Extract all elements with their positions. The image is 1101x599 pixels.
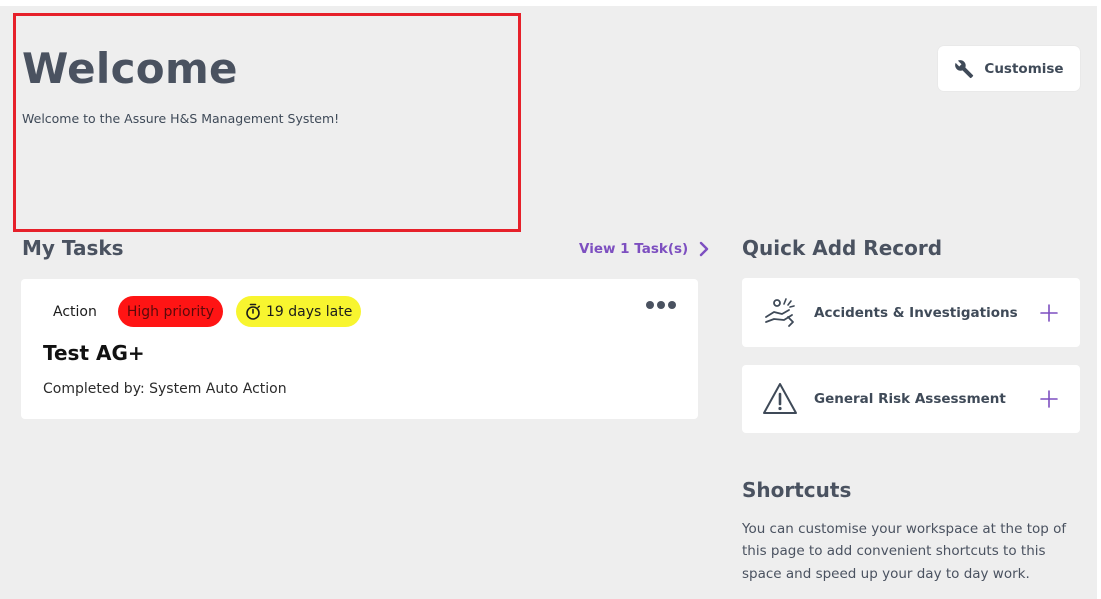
wrench-icon — [955, 59, 974, 78]
more-dot-icon — [646, 301, 654, 309]
window-edge — [1097, 0, 1101, 599]
shortcuts-title: Shortcuts — [742, 478, 852, 502]
chevron-right-icon — [700, 241, 709, 257]
more-dot-icon — [668, 301, 676, 309]
quick-add-accidents[interactable]: Accidents & Investigations — [742, 278, 1080, 347]
warning-triangle-icon — [763, 383, 797, 414]
customise-label: Customise — [984, 60, 1064, 77]
customise-button[interactable]: Customise — [938, 46, 1080, 91]
plus-icon[interactable] — [1040, 390, 1058, 408]
plus-icon[interactable] — [1040, 303, 1058, 322]
quick-add-risk-assessment[interactable]: General Risk Assessment — [742, 365, 1080, 433]
view-tasks-link[interactable]: View 1 Task(s) — [579, 241, 710, 257]
quick-add-label: General Risk Assessment — [814, 391, 1006, 407]
view-tasks-label: View 1 Task(s) — [579, 241, 689, 257]
my-tasks-title: My Tasks — [22, 236, 124, 260]
task-title: Test AG+ — [43, 341, 145, 365]
quick-add-label: Accidents & Investigations — [814, 304, 1018, 321]
late-label: 19 days late — [266, 303, 353, 320]
task-completed-by: Completed by: System Auto Action — [43, 381, 287, 397]
highlight-box — [13, 13, 521, 232]
quick-add-title: Quick Add Record — [742, 236, 943, 260]
priority-badge: High priority — [117, 296, 224, 327]
task-card[interactable]: Action High priority 19 days late Test A… — [21, 279, 698, 419]
more-options-button[interactable] — [646, 301, 676, 309]
shortcuts-description: You can customise your workspace at the … — [742, 521, 1067, 582]
more-dot-icon — [657, 301, 665, 309]
task-badges: Action High priority 19 days late — [45, 296, 362, 327]
late-badge: 19 days late — [236, 296, 362, 327]
accident-icon — [765, 297, 795, 327]
stopwatch-icon — [246, 303, 261, 320]
task-type-badge: Action — [53, 303, 97, 320]
